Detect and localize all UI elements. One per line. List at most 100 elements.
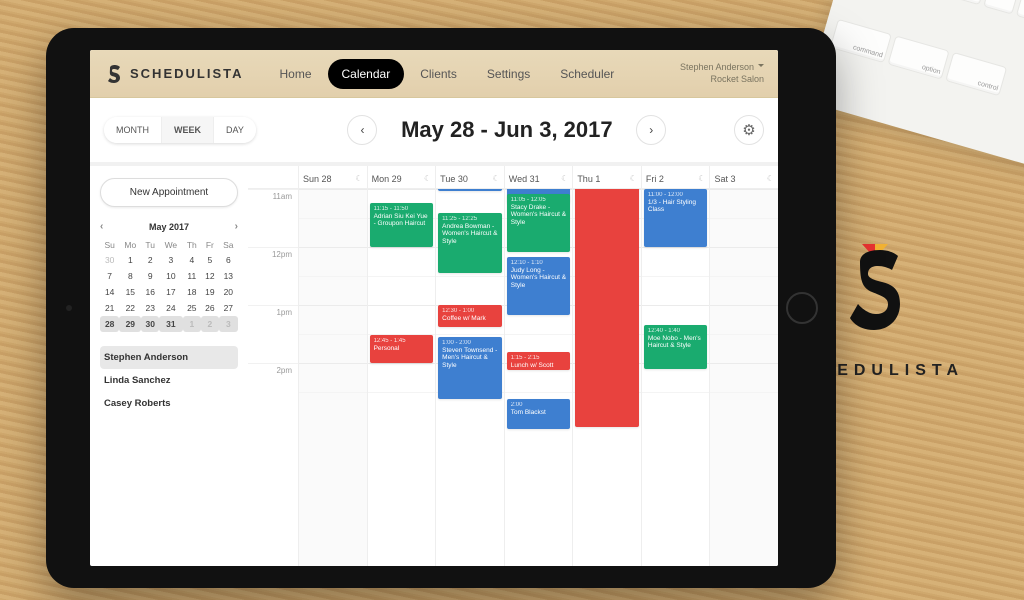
nav-calendar[interactable]: Calendar [328, 59, 405, 89]
appointment[interactable]: 11:25 - 12:25Andrea Bowman - Women's Hai… [438, 213, 502, 273]
time-grid[interactable]: 11am12pm1pm2pm 11:15 - 11:50Adrian Siu K… [248, 189, 778, 566]
mini-day[interactable]: 3 [219, 316, 238, 332]
mini-day[interactable]: 25 [183, 300, 201, 316]
kb-key [950, 0, 987, 5]
mini-prev-button[interactable]: ‹ [100, 221, 103, 232]
mini-day[interactable]: 16 [141, 284, 159, 300]
mini-day[interactable]: 18 [183, 284, 201, 300]
appointment[interactable]: 10:25 - 6:25Vacation Day [575, 189, 639, 427]
mini-calendar: ‹ May 2017 › SuMoTuWeThFrSa3012345678910… [100, 221, 238, 332]
appointment[interactable]: 1:15 - 2:15Lunch w/ Scott [507, 352, 571, 370]
week-view: Sun 28☾Mon 29☾Tue 30☾Wed 31☾Thu 1☾Fri 2☾… [248, 166, 778, 566]
appointment[interactable]: 12:45 - 1:45Personal [370, 335, 434, 363]
appointment[interactable]: 12:30 - 1:00Coffee w/ Mark [438, 305, 502, 327]
mini-day[interactable]: 11 [183, 268, 201, 284]
staff-item[interactable]: Linda Sanchez [100, 369, 238, 392]
appointment[interactable]: 11:15 - 11:50Adrian Siu Kei Yue - Groupo… [370, 203, 434, 247]
time-label: 1pm [248, 305, 298, 363]
user-menu[interactable]: Stephen Anderson Rocket Salon [680, 62, 764, 85]
gear-icon: ⚙ [742, 121, 755, 139]
mini-day[interactable]: 31 [159, 316, 182, 332]
mini-day[interactable]: 24 [159, 300, 182, 316]
sidebar: New Appointment ‹ May 2017 › SuMoTuWeThF… [90, 166, 248, 566]
day-header: Sun 28☾ [298, 166, 367, 188]
mini-day[interactable]: 1 [119, 252, 141, 268]
mini-day[interactable]: 22 [119, 300, 141, 316]
mini-calendar-grid[interactable]: SuMoTuWeThFrSa30123456789101112131415161… [100, 238, 238, 332]
appointment[interactable]: 11:05 - 12:05Stacy Drake - Women's Hairc… [507, 194, 571, 252]
mini-day[interactable]: 23 [141, 300, 159, 316]
mini-day[interactable]: 30 [100, 252, 119, 268]
mini-day[interactable]: 29 [119, 316, 141, 332]
mini-day[interactable]: 27 [219, 300, 238, 316]
mini-day[interactable]: 28 [100, 316, 119, 332]
time-labels: 11am12pm1pm2pm [248, 189, 298, 566]
appointment[interactable]: 1:00 - 2:00Steven Townsend - Men's Hairc… [438, 337, 502, 399]
mini-dow: Mo [119, 238, 141, 252]
kb-key [1016, 0, 1024, 24]
mini-day[interactable]: 1 [183, 316, 201, 332]
nav-settings[interactable]: Settings [473, 59, 544, 89]
day-column[interactable]: 11:00 - 12:001/3 - Hair Styling Class 12:… [641, 189, 710, 566]
main-nav: HomeCalendarClientsSettingsScheduler [265, 59, 628, 89]
appointment[interactable]: 11:00 - 12:001/3 - Hair Styling Class [644, 189, 708, 247]
day-column[interactable]: 10:25 - 6:25Vacation Day [572, 189, 641, 566]
day-column[interactable] [298, 189, 367, 566]
mini-day[interactable]: 9 [141, 268, 159, 284]
day-header: Sat 3☾ [709, 166, 778, 188]
nav-home[interactable]: Home [265, 59, 325, 89]
mini-month-title: May 2017 [149, 222, 189, 232]
day-column[interactable]: Rachel Roth - Women's Haircut & Style11:… [504, 189, 573, 566]
mini-day[interactable]: 4 [183, 252, 201, 268]
mini-day[interactable]: 14 [100, 284, 119, 300]
mini-day[interactable]: 26 [201, 300, 219, 316]
appointment[interactable]: 12:40 - 1:40Moe Nobo - Men's Haircut & S… [644, 325, 708, 369]
day-header: Fri 2☾ [641, 166, 710, 188]
kb-key-option: option [888, 35, 950, 79]
kb-key-command: command [830, 19, 892, 63]
appointment[interactable]: Rachel Meyers - Bangs [438, 189, 502, 191]
staff-item[interactable]: Casey Roberts [100, 392, 238, 415]
mini-day[interactable]: 7 [100, 268, 119, 284]
mode-day-button[interactable]: DAY [213, 117, 256, 143]
mini-dow: Th [183, 238, 201, 252]
new-appointment-button[interactable]: New Appointment [100, 178, 238, 207]
nav-clients[interactable]: Clients [406, 59, 471, 89]
next-button[interactable]: › [636, 115, 666, 145]
mini-day[interactable]: 2 [141, 252, 159, 268]
appointment[interactable]: 12:10 - 1:10Judy Long - Women's Haircut … [507, 257, 571, 315]
prev-button[interactable]: ‹ [347, 115, 377, 145]
nav-scheduler[interactable]: Scheduler [546, 59, 628, 89]
mode-week-button[interactable]: WEEK [161, 117, 213, 143]
mode-month-button[interactable]: MONTH [104, 117, 161, 143]
mini-next-button[interactable]: › [235, 221, 238, 232]
time-label: 12pm [248, 247, 298, 305]
keyboard-prop: command option control [804, 0, 1024, 172]
home-button[interactable] [786, 292, 818, 324]
mini-day[interactable]: 15 [119, 284, 141, 300]
mini-day[interactable]: 12 [201, 268, 219, 284]
day-column[interactable]: Rachel Meyers - Bangs 11:25 - 12:25Andrea… [435, 189, 504, 566]
mini-day[interactable]: 10 [159, 268, 182, 284]
mini-day[interactable]: 3 [159, 252, 182, 268]
mini-day[interactable]: 2 [201, 316, 219, 332]
date-range-title: May 28 - Jun 3, 2017 [387, 117, 626, 143]
kb-key [983, 0, 1020, 15]
mini-day[interactable]: 19 [201, 284, 219, 300]
staff-item[interactable]: Stephen Anderson [100, 346, 238, 369]
mini-day[interactable]: 17 [159, 284, 182, 300]
mini-dow: Tu [141, 238, 159, 252]
appointment[interactable]: 2:00Tom Blackst [507, 399, 571, 429]
mini-day[interactable]: 5 [201, 252, 219, 268]
mini-day[interactable]: 13 [219, 268, 238, 284]
brand-icon [104, 64, 124, 84]
mini-day[interactable]: 21 [100, 300, 119, 316]
camera-dot [66, 305, 72, 311]
mini-day[interactable]: 20 [219, 284, 238, 300]
mini-day[interactable]: 6 [219, 252, 238, 268]
settings-button[interactable]: ⚙ [734, 115, 764, 145]
day-column[interactable] [709, 189, 778, 566]
mini-day[interactable]: 8 [119, 268, 141, 284]
mini-day[interactable]: 30 [141, 316, 159, 332]
day-column[interactable]: 11:15 - 11:50Adrian Siu Kei Yue - Groupo… [367, 189, 436, 566]
